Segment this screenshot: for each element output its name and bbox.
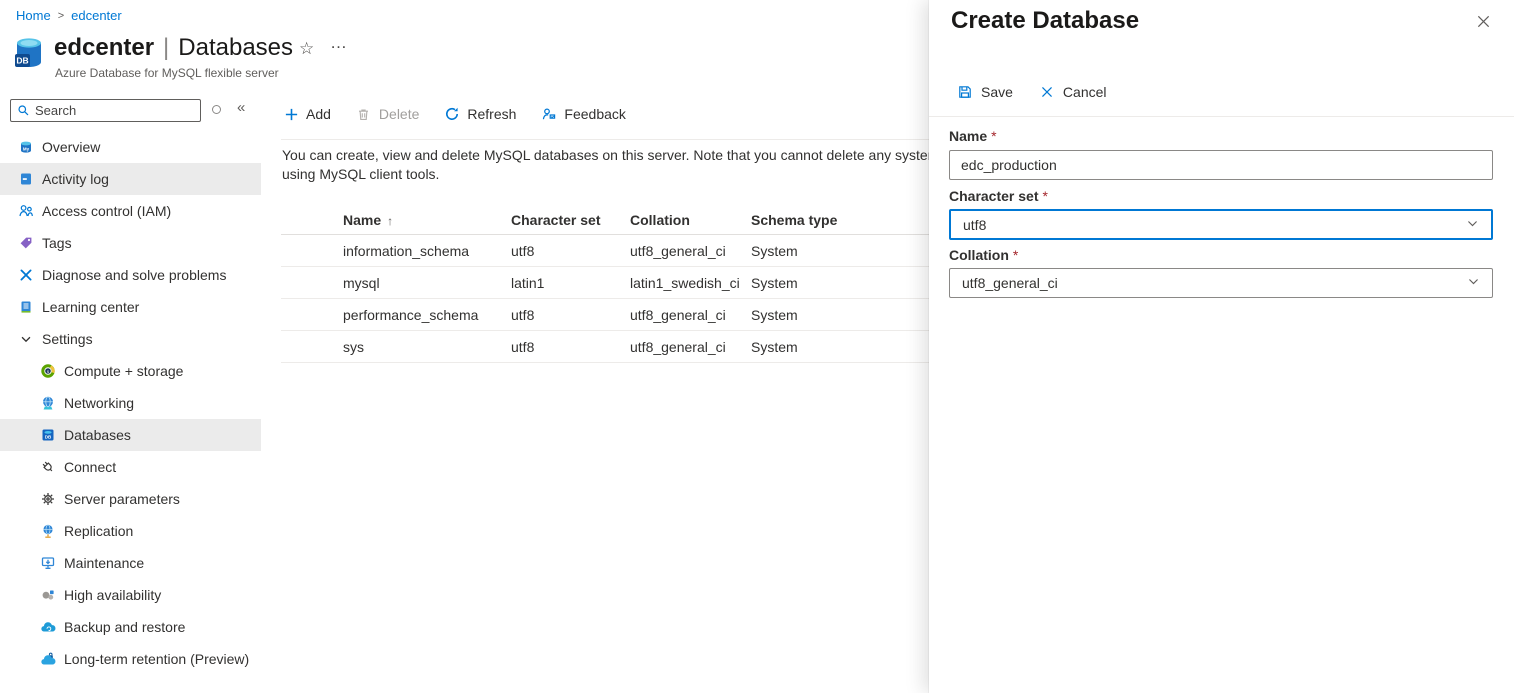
sidebar-item-backup-restore[interactable]: Backup and restore xyxy=(0,611,261,643)
add-icon xyxy=(283,106,299,122)
svg-text:My: My xyxy=(23,147,30,152)
panel-command-bar: Save Cancel xyxy=(957,84,1133,100)
chevron-down-icon xyxy=(18,331,34,347)
panel-title: Create Database xyxy=(951,7,1139,35)
sidebar-item-compute-storage[interactable]: s Compute + storage xyxy=(0,355,261,387)
page-subtitle: Azure Database for MySQL flexible server xyxy=(55,66,279,80)
column-header-schema-type[interactable]: Schema type xyxy=(751,212,933,228)
access-control-icon xyxy=(18,203,34,219)
maintenance-icon xyxy=(40,555,56,571)
sidebar-group-settings[interactable]: Settings xyxy=(0,323,261,355)
sidebar-item-long-term-retention[interactable]: Long-term retention (Preview) xyxy=(0,643,261,675)
save-button[interactable]: Save xyxy=(957,84,1013,100)
breadcrumb-separator-icon: > xyxy=(58,10,64,22)
sidebar-item-overview[interactable]: My Overview xyxy=(0,131,261,163)
table-row[interactable]: performance_schema utf8 utf8_general_ci … xyxy=(281,299,933,331)
server-parameters-icon xyxy=(40,491,56,507)
sidebar-search[interactable] xyxy=(10,99,201,122)
sidebar-item-tags[interactable]: Tags xyxy=(0,227,261,259)
panel-divider xyxy=(929,116,1514,117)
activity-log-icon xyxy=(18,171,34,187)
sidebar-item-activity-log[interactable]: Activity log xyxy=(0,163,261,195)
toolbar-divider xyxy=(281,139,941,140)
cancel-icon xyxy=(1039,84,1055,100)
sidebar-item-networking[interactable]: Networking xyxy=(0,387,261,419)
refresh-button[interactable]: Refresh xyxy=(444,106,516,122)
required-marker: * xyxy=(1043,188,1048,204)
sidebar-item-connect[interactable]: Connect xyxy=(0,451,261,483)
svg-text:DB: DB xyxy=(16,56,28,66)
name-field[interactable] xyxy=(949,150,1493,180)
replication-icon xyxy=(40,523,56,539)
column-header-name[interactable]: Name↑ xyxy=(343,212,511,228)
column-header-collation[interactable]: Collation xyxy=(630,212,751,228)
sidebar-item-maintenance[interactable]: Maintenance xyxy=(0,547,261,579)
collation-dropdown[interactable]: utf8_general_ci xyxy=(949,268,1493,298)
svg-text:DB: DB xyxy=(45,435,52,440)
search-input[interactable] xyxy=(35,103,194,118)
column-header-character-set[interactable]: Character set xyxy=(511,212,630,228)
networking-icon xyxy=(40,395,56,411)
table-row[interactable]: mysql latin1 latin1_swedish_ci System xyxy=(281,267,933,299)
breadcrumb: Home > edcenter xyxy=(16,8,122,23)
long-term-retention-icon xyxy=(40,651,56,667)
connect-icon xyxy=(40,459,56,475)
table-row[interactable]: information_schema utf8 utf8_general_ci … xyxy=(281,235,933,267)
sidebar-item-databases[interactable]: DB Databases xyxy=(0,419,261,451)
command-bar: Add Delete Refresh Feedback xyxy=(283,106,651,122)
databases-table: Name↑ Character set Collation Schema typ… xyxy=(281,205,933,363)
learning-center-icon xyxy=(18,299,34,315)
sidebar-item-diagnose[interactable]: Diagnose and solve problems xyxy=(0,259,261,291)
sidebar-item-replication[interactable]: Replication xyxy=(0,515,261,547)
sidebar: « My Overview Activity log Access contro… xyxy=(0,96,261,693)
sidebar-item-server-parameters[interactable]: Server parameters xyxy=(0,483,261,515)
feedback-button[interactable]: Feedback xyxy=(541,106,625,122)
collation-label: Collation* xyxy=(949,247,1018,263)
table-row[interactable]: sys utf8 utf8_general_ci System xyxy=(281,331,933,363)
sidebar-item-learning-center[interactable]: Learning center xyxy=(0,291,261,323)
circle-toggle-icon[interactable] xyxy=(212,105,221,114)
databases-icon: DB xyxy=(40,427,56,443)
add-button[interactable]: Add xyxy=(283,106,331,122)
table-header-row: Name↑ Character set Collation Schema typ… xyxy=(281,205,933,235)
character-set-dropdown[interactable]: utf8 xyxy=(949,209,1493,240)
page-title: edcenter|Databases xyxy=(54,34,293,62)
sort-ascending-icon: ↑ xyxy=(387,214,393,228)
delete-icon xyxy=(356,106,372,122)
name-label: Name* xyxy=(949,128,997,144)
create-database-panel: Create Database Save Cancel Name* Charac… xyxy=(929,0,1514,693)
high-availability-icon xyxy=(40,587,56,603)
tag-icon xyxy=(18,235,34,251)
breadcrumb-home-link[interactable]: Home xyxy=(16,8,51,23)
required-marker: * xyxy=(1013,247,1018,263)
mysql-server-icon: My xyxy=(18,139,34,155)
breadcrumb-current-link[interactable]: edcenter xyxy=(71,8,122,23)
mysql-database-icon: DB xyxy=(14,36,44,75)
close-icon[interactable] xyxy=(1476,14,1491,34)
sidebar-item-access-control[interactable]: Access control (IAM) xyxy=(0,195,261,227)
cancel-button[interactable]: Cancel xyxy=(1039,84,1107,100)
sidebar-item-high-availability[interactable]: High availability xyxy=(0,579,261,611)
sidebar-menu: My Overview Activity log Access control … xyxy=(0,131,261,675)
compute-storage-icon: s xyxy=(40,363,56,379)
refresh-icon xyxy=(444,106,460,122)
search-icon xyxy=(17,103,30,119)
page-description: You can create, view and delete MySQL da… xyxy=(282,146,992,184)
collapse-menu-icon[interactable]: « xyxy=(237,99,245,116)
chevron-down-icon xyxy=(1467,275,1480,291)
backup-restore-icon xyxy=(40,619,56,635)
save-icon xyxy=(957,84,973,100)
delete-button[interactable]: Delete xyxy=(356,106,419,122)
character-set-label: Character set* xyxy=(949,188,1048,204)
chevron-down-icon xyxy=(1466,217,1479,233)
required-marker: * xyxy=(991,128,996,144)
diagnose-icon xyxy=(18,267,34,283)
feedback-icon xyxy=(541,106,557,122)
